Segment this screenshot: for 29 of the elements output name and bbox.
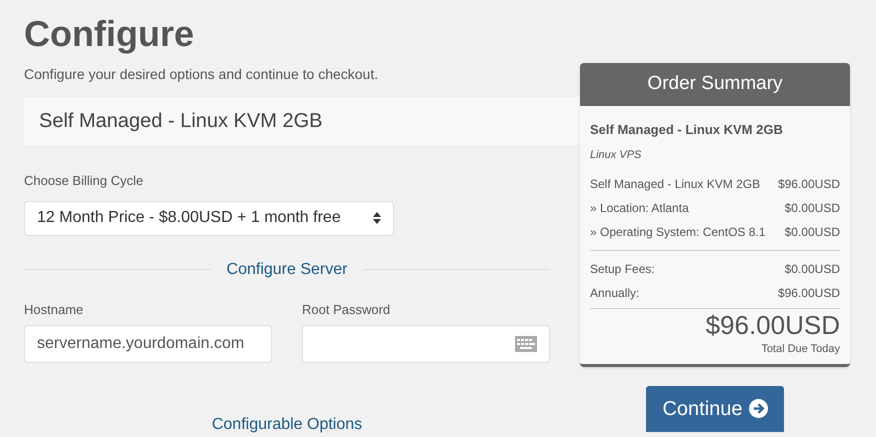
arrow-right-icon — [748, 399, 768, 418]
summary-group: Linux VPS — [590, 146, 840, 163]
fee-amount: $96.00USD — [778, 285, 840, 302]
line-item-label: » Location: Atlanta — [590, 200, 689, 217]
field-label: Root Password — [302, 300, 390, 318]
line-item-amount: $0.00USD — [784, 200, 840, 217]
field-label: Choose Billing Cycle — [24, 172, 144, 190]
section-title: Configurable Options — [212, 415, 362, 435]
fee-amount: $0.00USD — [784, 261, 840, 278]
line-item-label: » Operating System: CentOS 8.1 — [590, 224, 766, 241]
page-subtitle: Configure your desired options and continue to checkout. — [24, 65, 378, 84]
keyboard-icon[interactable] — [515, 336, 537, 352]
summary-header: Order Summary — [580, 63, 850, 106]
hostname-field[interactable]: servername.yourdomain.com — [24, 325, 272, 363]
section-title: Configure Server — [226, 260, 348, 280]
page-title: Configure — [24, 12, 194, 56]
total-amount: $96.00USD — [706, 309, 840, 341]
password-field[interactable] — [302, 325, 550, 363]
continue-button[interactable]: Continue — [646, 386, 784, 432]
sort-caret-icon — [373, 212, 381, 224]
total-label: Total Due Today — [761, 342, 840, 357]
billing-cycle-select[interactable]: 12 Month Price - $8.00USD + 1 month free — [24, 200, 394, 236]
summary-product: Self Managed - Linux KVM 2GB — [590, 121, 784, 139]
field-label: Hostname — [24, 300, 84, 318]
line-item-amount: $96.00USD — [778, 176, 840, 193]
fee-label: Setup Fees: — [590, 261, 655, 278]
line-item-label: Self Managed - Linux KVM 2GB — [590, 176, 760, 193]
fee-label: Annually: — [590, 285, 640, 302]
line-item-amount: $0.00USD — [784, 224, 840, 241]
